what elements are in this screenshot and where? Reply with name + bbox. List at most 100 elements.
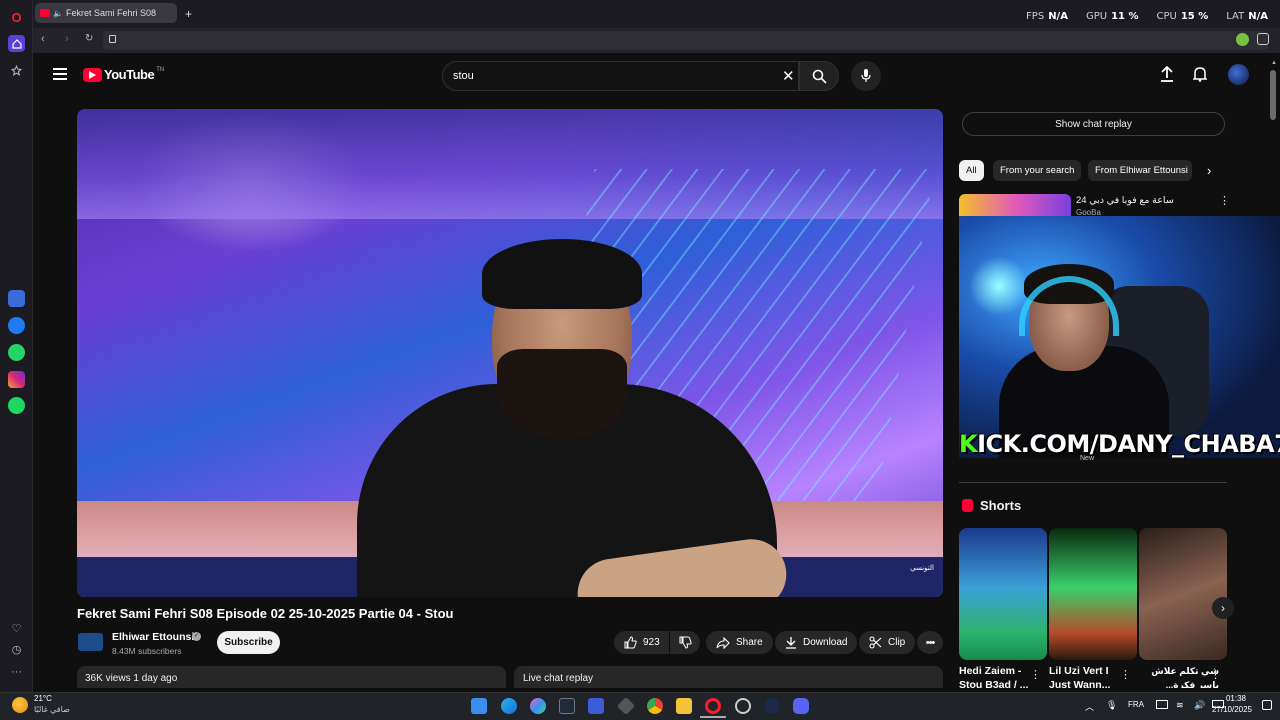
short-menu-icon-3[interactable]: ⋮ (1210, 668, 1221, 681)
description-box[interactable]: 36K views 1 day ago (77, 666, 506, 688)
extensions-icon[interactable] (1257, 33, 1269, 45)
channel-avatar[interactable] (78, 633, 103, 651)
discord-icon[interactable] (793, 698, 809, 714)
vpn-app-icon[interactable] (588, 698, 604, 714)
recommended-thumbnail[interactable] (959, 194, 1071, 218)
chips-next-icon[interactable]: › (1207, 163, 1211, 178)
chip-from-channel[interactable]: From Elhiwar Ettounsi (1088, 160, 1192, 181)
page-scrollbar[interactable]: ▲ (1270, 60, 1277, 686)
kick-channel-overlay-text: KICK.COM/DANY_CHABA7 (959, 430, 1280, 458)
weather-icon[interactable] (12, 697, 28, 713)
short-thumbnail-2[interactable] (1049, 528, 1137, 660)
clock-date[interactable]: 27/10/2025 (1212, 705, 1252, 714)
short-thumbnail-1[interactable] (959, 528, 1047, 660)
input-language[interactable]: FRA (1128, 700, 1144, 709)
clock-time[interactable]: 01:38 (1226, 694, 1246, 703)
microphone-icon (861, 69, 871, 82)
search-input[interactable]: stou (453, 70, 474, 82)
tab-bar: 🔈 Fekret Sami Fehri S08 + FPS N/A GPU 11 %… (33, 0, 1280, 28)
home-icon[interactable] (8, 35, 25, 52)
store-icon[interactable] (559, 698, 575, 714)
youtube-play-icon (83, 67, 102, 82)
more-horizontal-icon: ••• (925, 636, 936, 649)
show-chat-replay-button[interactable]: Show chat replay (962, 112, 1225, 136)
recommended-title[interactable]: 24 ساعة مع فوبا في دبي (1076, 195, 1174, 206)
chevron-right-icon: › (1221, 601, 1225, 615)
video-player[interactable]: التونسي (77, 109, 943, 597)
more-actions-button[interactable]: ••• (917, 631, 943, 654)
spotify-icon[interactable] (8, 397, 25, 414)
more-icon[interactable]: ··· (8, 663, 25, 680)
thumbs-up-icon (624, 636, 637, 649)
short-menu-icon-2[interactable]: ⋮ (1120, 668, 1131, 681)
whatsapp-icon[interactable] (8, 344, 25, 361)
chip-all[interactable]: All (959, 160, 984, 181)
recommended-menu-icon[interactable]: ⋮ (1219, 194, 1230, 207)
chip-from-your-search[interactable]: From your search (993, 160, 1082, 181)
copilot-icon[interactable] (530, 698, 546, 714)
url-field[interactable] (103, 31, 1268, 50)
history-icon[interactable]: ◷ (8, 641, 25, 658)
new-badge: New (1080, 455, 1095, 462)
video-title: Fekret Sami Fehri S08 Episode 02 25-10-2… (77, 606, 454, 621)
aria-icon[interactable] (8, 290, 25, 307)
forward-icon[interactable]: › (65, 33, 69, 45)
display-icon[interactable] (1156, 700, 1168, 709)
speaker-icon[interactable]: 🔈 (53, 9, 63, 18)
new-tab-icon[interactable]: + (185, 7, 192, 21)
youtube-header: YouTube TN stou ✕ (34, 54, 1270, 98)
clip-button[interactable]: Clip (859, 631, 916, 654)
streamer-webcam-overlay: KICK.COM/DANY_CHABA7 (959, 216, 1280, 458)
search-icon (812, 69, 827, 84)
short-title-2[interactable]: Lil Uzi Vert I Just Wann... (1049, 664, 1129, 688)
instagram-icon[interactable] (8, 371, 25, 388)
share-button[interactable]: Share (706, 631, 773, 654)
youtube-logo[interactable]: YouTube TN (83, 67, 164, 82)
clear-search-icon[interactable]: ✕ (782, 67, 795, 85)
opera-gx-icon[interactable] (735, 698, 751, 714)
mic-tray-icon[interactable]: 🎙 (1106, 700, 1117, 711)
weather-description[interactable]: صافي غالبًا (34, 705, 70, 714)
youtube-favicon-icon (40, 9, 50, 17)
opera-taskbar-icon[interactable] (705, 698, 721, 714)
channel-name[interactable]: Elhiwar Ettounsi (112, 631, 194, 643)
opera-sidebar: O ♡ ◷ ··· (0, 0, 33, 692)
short-menu-icon-1[interactable]: ⋮ (1030, 668, 1041, 681)
short-title-3[interactable]: شي تكلم علاش ياسر فكرة... (1139, 664, 1219, 688)
messenger-icon[interactable] (8, 317, 25, 334)
heart-icon[interactable]: ♡ (8, 620, 25, 637)
account-avatar[interactable] (1228, 64, 1249, 85)
volume-icon[interactable]: 🔊 (1194, 700, 1205, 711)
download-button[interactable]: Download (775, 631, 858, 654)
tray-overflow-icon[interactable]: ︿ (1085, 700, 1094, 713)
tab-active[interactable]: 🔈 Fekret Sami Fehri S08 (35, 3, 177, 23)
upload-icon[interactable] (1160, 66, 1174, 82)
weather-temperature[interactable]: 21°C (34, 694, 52, 703)
vpn-icon[interactable] (1236, 33, 1249, 46)
notifications-bell-icon[interactable] (1193, 66, 1207, 82)
wifi-icon[interactable]: ≋ (1176, 700, 1184, 711)
live-chat-replay-box[interactable]: Live chat replay (514, 666, 943, 688)
like-button[interactable]: 923 (614, 631, 669, 654)
short-thumbnail-3[interactable] (1139, 528, 1227, 660)
start-icon[interactable] (471, 698, 487, 714)
download-icon (785, 636, 797, 649)
shorts-next-button[interactable]: › (1212, 597, 1234, 619)
notification-center-icon[interactable] (1262, 700, 1272, 710)
bookmark-star-icon[interactable] (8, 62, 25, 79)
steam-icon[interactable] (764, 698, 780, 714)
search-button[interactable] (799, 61, 839, 91)
subscribe-button[interactable]: Subscribe (217, 631, 280, 654)
search-box[interactable]: stou ✕ (442, 61, 799, 91)
opera-logo-icon[interactable]: O (8, 9, 25, 26)
file-explorer-icon[interactable] (676, 698, 692, 714)
edge-icon[interactable] (501, 698, 517, 714)
chrome-icon[interactable] (647, 698, 663, 714)
voice-search-button[interactable] (851, 61, 881, 91)
back-icon[interactable]: ‹ (41, 33, 45, 45)
dislike-button[interactable] (670, 631, 700, 654)
menu-icon[interactable] (53, 68, 67, 80)
short-title-1[interactable]: Hedi Zaiem - Stou B3ad / ... (959, 664, 1039, 688)
cpu-stat: CPU 15 % (1156, 11, 1209, 22)
reload-icon[interactable]: ↻ (85, 33, 93, 44)
